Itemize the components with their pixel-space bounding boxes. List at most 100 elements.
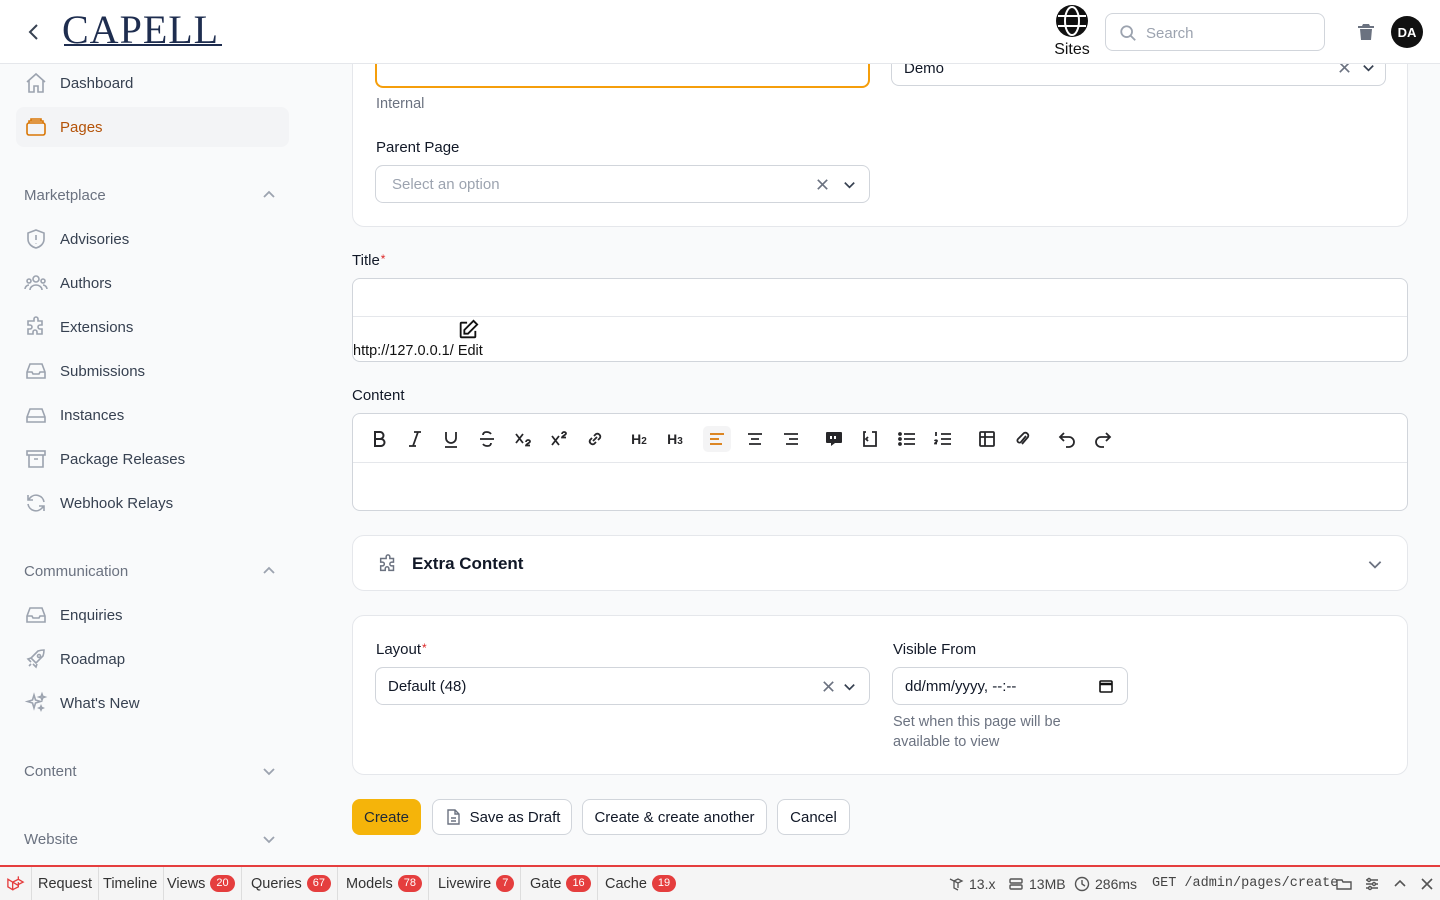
sidebar-item-whats-new[interactable]: What's New (16, 683, 289, 723)
sites-button[interactable]: Sites (1050, 4, 1094, 59)
user-avatar[interactable]: DA (1391, 16, 1423, 48)
layout-select[interactable]: Default (48) (375, 667, 870, 705)
link-icon[interactable] (581, 426, 609, 452)
sidebar-item-pages[interactable]: Pages (16, 107, 289, 147)
chevron-up-icon[interactable] (1392, 867, 1413, 900)
count-badge: 78 (397, 875, 422, 892)
sidebar-item-extensions[interactable]: Extensions (16, 307, 289, 347)
debug-tab-label: Models (346, 875, 393, 892)
count-badge: 19 (651, 875, 677, 892)
sidebar-item-roadmap[interactable]: Roadmap (16, 639, 289, 679)
chevron-down-icon (261, 831, 277, 847)
align-left-icon[interactable] (703, 426, 731, 452)
sparkles-icon (24, 691, 48, 715)
memory-usage: 13MB (1008, 867, 1066, 900)
italic-icon[interactable] (401, 426, 429, 452)
underline-icon[interactable] (437, 426, 465, 452)
chevron-down-icon[interactable] (1366, 555, 1384, 573)
trash-icon[interactable] (1356, 22, 1376, 42)
search-input[interactable] (1146, 22, 1316, 44)
bold-icon[interactable] (365, 426, 393, 452)
align-center-icon[interactable] (741, 426, 769, 452)
content-label: Content (352, 387, 405, 404)
group-label: Communication (24, 562, 129, 580)
topbar: CAPELL Sites DA (0, 0, 1440, 64)
chevron-down-icon (261, 763, 277, 779)
rocket-icon (24, 647, 48, 671)
parent-page-placeholder: Select an option (392, 176, 500, 193)
create-another-button[interactable]: Create & create another (582, 799, 767, 835)
heading-3-icon[interactable]: H3 (661, 426, 689, 452)
sidebar-group-website[interactable]: Website (24, 827, 289, 851)
sidebar-item-submissions[interactable]: Submissions (16, 351, 289, 391)
heading-2-icon[interactable]: H2 (625, 426, 653, 452)
visible-from-label: Visible From (893, 641, 977, 658)
superscript-icon[interactable] (545, 426, 573, 452)
debug-tab-livewire[interactable]: Livewire 7 (432, 867, 522, 900)
strikethrough-icon[interactable] (473, 426, 501, 452)
globe-icon (1055, 4, 1089, 38)
sidebar-item-dashboard[interactable]: Dashboard (16, 63, 289, 103)
close-icon[interactable] (1419, 867, 1440, 900)
sidebar-group-content[interactable]: Content (24, 759, 289, 783)
debug-tab-cache[interactable]: Cache 19 (599, 867, 682, 900)
blockquote-icon[interactable] (820, 426, 848, 452)
count-badge: 7 (496, 875, 515, 892)
debug-tab-request[interactable]: Request (32, 867, 100, 900)
sidebar-item-label: Submissions (60, 362, 146, 380)
debugbar-logo-icon[interactable] (0, 867, 32, 900)
sidebar-item-label: Instances (60, 406, 125, 424)
cancel-button[interactable]: Cancel (777, 799, 850, 835)
debug-tab-models[interactable]: Models 78 (340, 867, 429, 900)
sidebar-group-communication[interactable]: Communication (24, 559, 289, 583)
sidebar-item-label: Webhook Relays (60, 494, 174, 512)
sidebar-group-marketplace[interactable]: Marketplace (24, 183, 289, 207)
title-field[interactable]: http://127.0.0.1/ Edit (352, 278, 1408, 362)
sidebar-item-advisories[interactable]: Advisories (16, 219, 289, 259)
undo-icon[interactable] (1053, 426, 1081, 452)
sidebar-item-instances[interactable]: Instances (16, 395, 289, 435)
global-search[interactable] (1105, 13, 1325, 51)
sidebar-item-enquiries[interactable]: Enquiries (16, 595, 289, 635)
table-icon[interactable] (973, 426, 1001, 452)
debug-tab-queries[interactable]: Queries 67 (245, 867, 339, 900)
rich-text-editor[interactable]: H2 H3 (352, 413, 1408, 511)
visible-from-input[interactable]: dd/mm/yyyy, --:-- (892, 667, 1128, 705)
folder-icon[interactable] (1336, 867, 1357, 900)
sidebar-item-package-releases[interactable]: Package Releases (16, 439, 289, 479)
clear-icon[interactable] (821, 679, 836, 694)
chevron-down-icon[interactable] (842, 679, 857, 694)
numbered-list-icon[interactable] (929, 426, 957, 452)
extra-content-section[interactable]: Extra Content (352, 535, 1408, 591)
debug-tab-gate[interactable]: Gate 16 (524, 867, 598, 900)
create-button[interactable]: Create (352, 799, 421, 835)
edit-icon[interactable] (457, 319, 479, 341)
sidebar-item-label: Package Releases (60, 450, 186, 468)
bullet-list-icon[interactable] (893, 426, 921, 452)
shield-alert-icon (24, 227, 48, 251)
save-draft-button[interactable]: Save as Draft (432, 799, 572, 835)
chevron-down-icon[interactable] (842, 177, 857, 192)
calendar-icon[interactable] (1098, 678, 1114, 694)
sidebar-item-webhook-relays[interactable]: Webhook Relays (16, 483, 289, 523)
attach-link-icon[interactable] (1009, 426, 1037, 452)
request-time: 286ms (1074, 867, 1137, 900)
sidebar-item-label: Roadmap (60, 650, 126, 668)
subscript-icon[interactable] (509, 426, 537, 452)
clear-icon[interactable] (815, 177, 830, 192)
sidebar-item-authors[interactable]: Authors (16, 263, 289, 303)
sidebar-item-label: Dashboard (60, 74, 134, 92)
parent-page-select[interactable]: Select an option (375, 165, 870, 203)
settings-icon[interactable] (1364, 867, 1385, 900)
debug-tab-views[interactable]: Views 20 (161, 867, 242, 900)
refresh-icon (24, 491, 48, 515)
chevron-up-icon (261, 563, 277, 579)
redo-icon[interactable] (1089, 426, 1117, 452)
debug-tab-timeline[interactable]: Timeline (97, 867, 165, 900)
permalink-edit-link[interactable]: Edit (458, 343, 483, 359)
code-block-icon[interactable] (856, 426, 884, 452)
back-arrow-icon[interactable] (22, 20, 46, 44)
align-right-icon[interactable] (777, 426, 805, 452)
count-badge: 16 (566, 875, 591, 892)
inbox-icon (24, 603, 48, 627)
